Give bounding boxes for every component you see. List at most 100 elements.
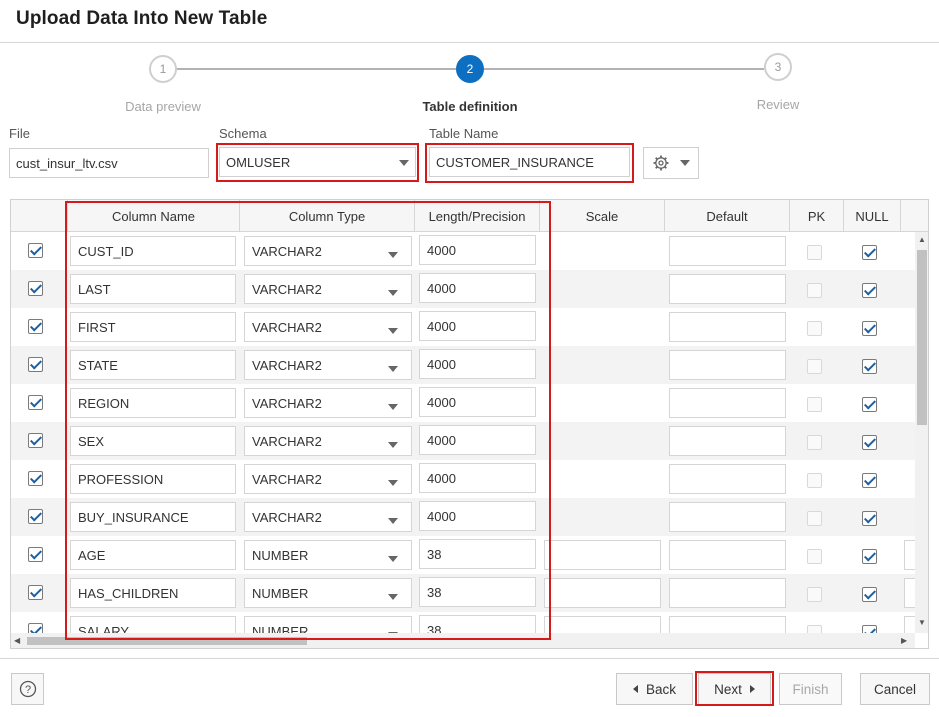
length-input[interactable]: 4000 xyxy=(419,273,536,303)
column-type-select[interactable]: VARCHAR2 xyxy=(244,426,412,456)
scale-input[interactable] xyxy=(544,540,661,570)
wizard-step-3-label[interactable]: Review xyxy=(698,97,858,112)
default-input[interactable] xyxy=(669,350,786,380)
header-scale[interactable]: Scale xyxy=(540,200,665,232)
column-type-select[interactable]: NUMBER xyxy=(244,578,412,608)
length-input[interactable]: 4000 xyxy=(419,349,536,379)
include-checkbox[interactable] xyxy=(28,623,43,633)
column-type-select[interactable]: VARCHAR2 xyxy=(244,388,412,418)
pk-checkbox[interactable] xyxy=(807,397,822,412)
column-name-input[interactable]: SALARY xyxy=(70,616,236,633)
default-input[interactable] xyxy=(669,502,786,532)
column-name-input[interactable]: CUST_ID xyxy=(70,236,236,266)
length-input[interactable]: 4000 xyxy=(419,501,536,531)
columns-grid[interactable]: Column Name Column Type Length/Precision… xyxy=(10,199,929,649)
pk-checkbox[interactable] xyxy=(807,321,822,336)
column-name-input[interactable]: AGE xyxy=(70,540,236,570)
default-input[interactable] xyxy=(669,274,786,304)
null-checkbox[interactable] xyxy=(862,397,877,412)
null-checkbox[interactable] xyxy=(862,321,877,336)
header-default[interactable]: Default xyxy=(665,200,790,232)
vertical-scrollbar[interactable]: ▲ ▼ xyxy=(915,232,928,633)
pk-checkbox[interactable] xyxy=(807,625,822,633)
column-name-input[interactable]: STATE xyxy=(70,350,236,380)
column-name-input[interactable]: BUY_INSURANCE xyxy=(70,502,236,532)
column-type-select[interactable]: VARCHAR2 xyxy=(244,464,412,494)
column-name-input[interactable]: HAS_CHILDREN xyxy=(70,578,236,608)
column-type-select[interactable]: VARCHAR2 xyxy=(244,274,412,304)
default-input[interactable] xyxy=(669,578,786,608)
schema-select[interactable]: OMLUSER xyxy=(219,147,416,177)
null-checkbox[interactable] xyxy=(862,283,877,298)
column-type-select[interactable]: NUMBER xyxy=(244,540,412,570)
pk-checkbox[interactable] xyxy=(807,549,822,564)
default-input[interactable] xyxy=(669,236,786,266)
pk-checkbox[interactable] xyxy=(807,587,822,602)
column-type-select[interactable]: VARCHAR2 xyxy=(244,502,412,532)
header-column-name[interactable]: Column Name xyxy=(68,200,240,232)
header-null[interactable]: NULL xyxy=(844,200,901,232)
include-checkbox[interactable] xyxy=(28,547,43,562)
null-checkbox[interactable] xyxy=(862,511,877,526)
default-input[interactable] xyxy=(669,616,786,633)
default-input[interactable] xyxy=(669,464,786,494)
horizontal-scrollbar[interactable]: ◀ ▶ xyxy=(11,633,915,648)
back-button[interactable]: Back xyxy=(616,673,693,705)
include-checkbox[interactable] xyxy=(28,585,43,600)
column-name-input[interactable]: LAST xyxy=(70,274,236,304)
null-checkbox[interactable] xyxy=(862,549,877,564)
pk-checkbox[interactable] xyxy=(807,245,822,260)
wizard-step-1[interactable]: 1 xyxy=(149,55,177,83)
wizard-step-1-label[interactable]: Data preview xyxy=(83,99,243,114)
scale-input[interactable] xyxy=(544,578,661,608)
column-name-input[interactable]: REGION xyxy=(70,388,236,418)
wizard-step-2[interactable]: 2 xyxy=(456,55,484,83)
include-checkbox[interactable] xyxy=(28,471,43,486)
default-input[interactable] xyxy=(669,426,786,456)
column-name-input[interactable]: PROFESSION xyxy=(70,464,236,494)
include-checkbox[interactable] xyxy=(28,243,43,258)
length-input[interactable]: 4000 xyxy=(419,235,536,265)
include-checkbox[interactable] xyxy=(28,281,43,296)
include-checkbox[interactable] xyxy=(28,319,43,334)
length-input[interactable]: 4000 xyxy=(419,311,536,341)
column-type-select[interactable]: NUMBER xyxy=(244,616,412,633)
file-field[interactable]: cust_insur_ltv.csv xyxy=(9,148,209,178)
null-checkbox[interactable] xyxy=(862,625,877,633)
header-pk[interactable]: PK xyxy=(790,200,844,232)
horizontal-scroll-thumb[interactable] xyxy=(27,637,307,645)
include-checkbox[interactable] xyxy=(28,357,43,372)
null-checkbox[interactable] xyxy=(862,473,877,488)
vertical-scroll-thumb[interactable] xyxy=(917,250,927,425)
null-checkbox[interactable] xyxy=(862,359,877,374)
default-input[interactable] xyxy=(669,312,786,342)
null-checkbox[interactable] xyxy=(862,587,877,602)
length-input[interactable]: 38 xyxy=(419,539,536,569)
pk-checkbox[interactable] xyxy=(807,359,822,374)
include-checkbox[interactable] xyxy=(28,509,43,524)
column-type-select[interactable]: VARCHAR2 xyxy=(244,312,412,342)
length-input[interactable]: 4000 xyxy=(419,387,536,417)
help-button[interactable]: ? xyxy=(11,673,44,705)
length-input[interactable]: 38 xyxy=(419,577,536,607)
scale-input[interactable] xyxy=(544,616,661,633)
include-checkbox[interactable] xyxy=(28,395,43,410)
null-checkbox[interactable] xyxy=(862,245,877,260)
next-button[interactable]: Next xyxy=(698,673,771,705)
header-column-type[interactable]: Column Type xyxy=(240,200,415,232)
pk-checkbox[interactable] xyxy=(807,435,822,450)
pk-checkbox[interactable] xyxy=(807,511,822,526)
header-length[interactable]: Length/Precision xyxy=(415,200,540,232)
column-type-select[interactable]: VARCHAR2 xyxy=(244,350,412,380)
length-input[interactable]: 4000 xyxy=(419,463,536,493)
pk-checkbox[interactable] xyxy=(807,283,822,298)
length-input[interactable]: 38 xyxy=(419,615,536,633)
include-checkbox[interactable] xyxy=(28,433,43,448)
scroll-left-icon[interactable]: ◀ xyxy=(14,637,20,645)
length-input[interactable]: 4000 xyxy=(419,425,536,455)
finish-button[interactable]: Finish xyxy=(779,673,842,705)
default-input[interactable] xyxy=(669,540,786,570)
column-name-input[interactable]: FIRST xyxy=(70,312,236,342)
cancel-button[interactable]: Cancel xyxy=(860,673,930,705)
scroll-down-icon[interactable]: ▼ xyxy=(918,619,926,627)
